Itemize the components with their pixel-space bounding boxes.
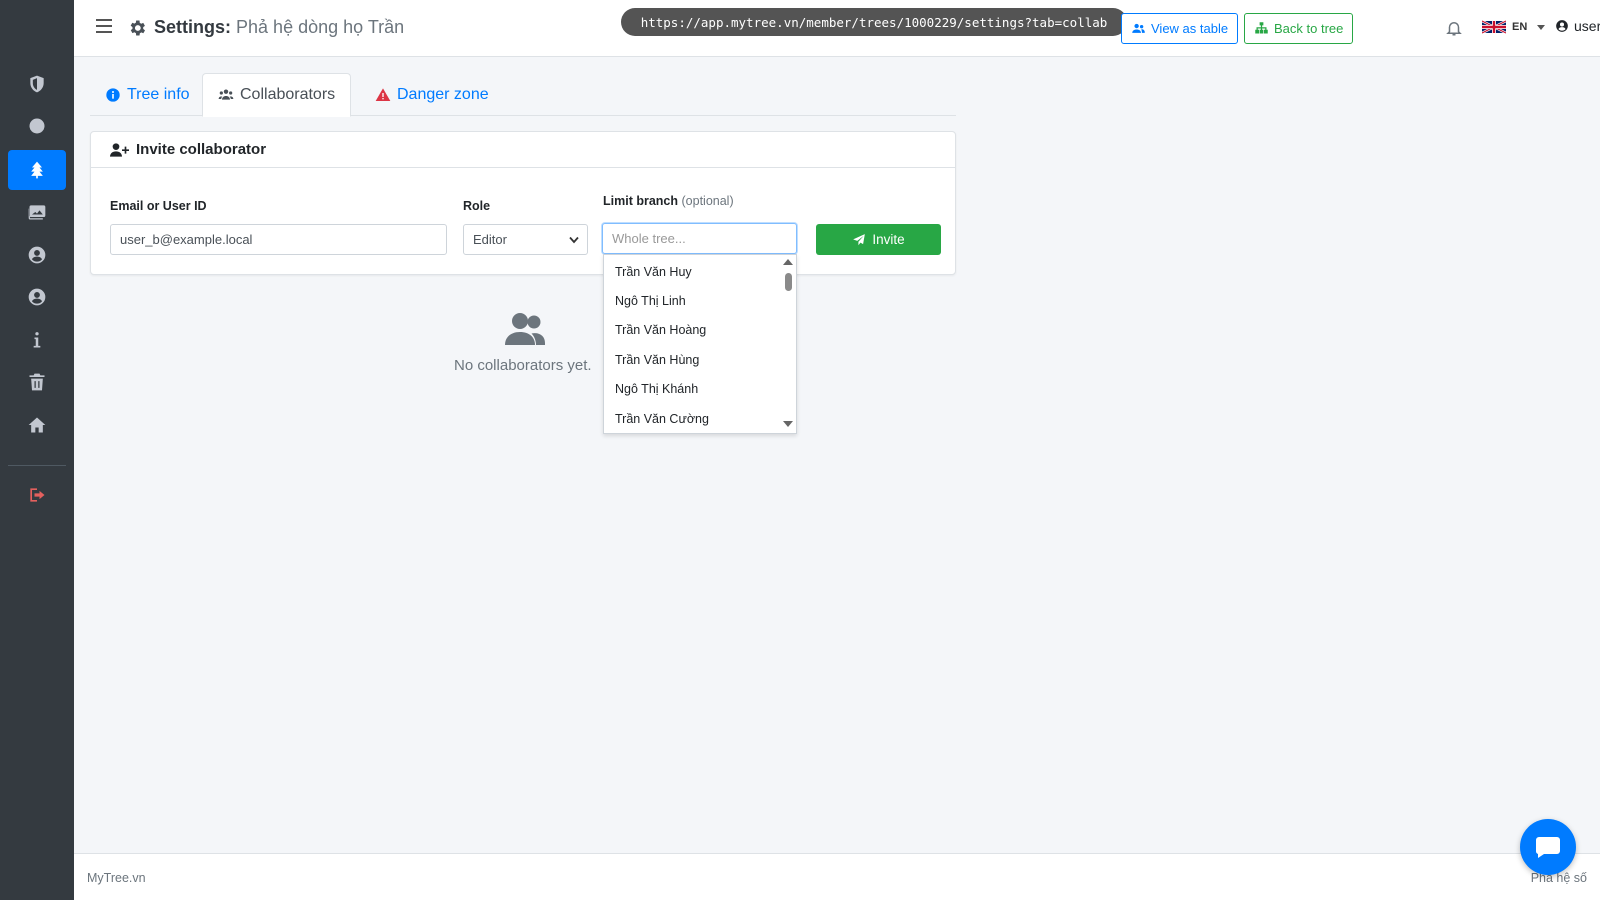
images-icon xyxy=(28,205,46,220)
trash-icon xyxy=(29,373,45,391)
tab-danger-zone[interactable]: Danger zone xyxy=(360,73,504,116)
hamburger-menu-icon[interactable] xyxy=(96,19,112,35)
tree-icon xyxy=(31,161,43,179)
branch-option[interactable]: Trần Văn Huy xyxy=(615,265,692,279)
tab-label: Collaborators xyxy=(240,86,336,103)
language-selector[interactable]: EN xyxy=(1482,18,1546,36)
chevron-down-icon xyxy=(569,236,579,244)
circle-icon xyxy=(29,118,45,134)
back-to-tree-button[interactable]: Back to tree xyxy=(1244,13,1354,44)
chat-button[interactable] xyxy=(1520,819,1576,875)
card-title: Invite collaborator xyxy=(136,141,267,158)
url-bar[interactable]: https://app.mytree.vn/member/trees/10002… xyxy=(621,8,1127,36)
user-circle-icon xyxy=(28,246,46,264)
scroll-down-arrow-icon[interactable] xyxy=(783,421,793,427)
branch-option[interactable]: Trần Văn Cường xyxy=(615,412,709,426)
users-icon xyxy=(218,89,234,100)
warning-icon xyxy=(375,87,391,101)
page-title-prefix: Settings: xyxy=(154,17,232,37)
sidebar-item-home[interactable] xyxy=(8,405,66,445)
invite-button-label: Invite xyxy=(872,232,905,247)
sidebar-item-shield[interactable] xyxy=(8,64,66,104)
empty-state-text: No collaborators yet. xyxy=(454,357,592,374)
sidebar-item-images[interactable] xyxy=(8,192,66,232)
tree-name: Phả hệ dòng họ Trần xyxy=(236,17,405,37)
email-label: Email or User ID xyxy=(110,199,207,213)
branch-search-input[interactable]: Whole tree... xyxy=(602,223,797,254)
logout-icon xyxy=(30,488,45,502)
branch-label: Limit branch (optional) xyxy=(603,194,734,208)
sidebar-item-circle[interactable] xyxy=(8,106,66,146)
user-circle-icon xyxy=(1556,20,1568,32)
sitemap-icon xyxy=(1255,22,1268,34)
chevron-down-icon xyxy=(1537,24,1546,30)
user-circle-icon xyxy=(28,288,46,306)
view-as-table-button[interactable]: View as table xyxy=(1121,13,1239,44)
sidebar-item-tree[interactable] xyxy=(8,150,66,190)
branch-optional-text: (optional) xyxy=(681,194,734,208)
users-icon xyxy=(1132,23,1145,33)
chat-bubble-icon xyxy=(1535,837,1560,858)
language-code: EN xyxy=(1512,21,1528,33)
role-select[interactable]: Editor xyxy=(463,224,588,255)
sidebar-item-profile[interactable] xyxy=(8,235,66,275)
tab-label: Danger zone xyxy=(397,85,489,103)
uk-flag-icon xyxy=(1482,19,1506,35)
page-title: Settings: Phả hệ dòng họ Trần xyxy=(154,17,404,38)
footer-brand: MyTree.vn xyxy=(87,871,146,885)
branch-dropdown: Trần Văn Huy Ngô Thị Linh Trần Văn Hoàng… xyxy=(603,254,797,434)
branch-option[interactable]: Ngô Thị Linh xyxy=(615,294,686,308)
gear-icon xyxy=(127,18,147,38)
view-as-table-label: View as table xyxy=(1151,21,1229,36)
sidebar xyxy=(0,0,74,900)
home-icon xyxy=(28,417,46,433)
top-navbar: Settings: Phả hệ dòng họ Trần https://ap… xyxy=(74,0,1600,57)
sidebar-item-trash[interactable] xyxy=(8,362,66,402)
role-value: Editor xyxy=(473,232,507,247)
user-menu[interactable]: user_a@exa... xyxy=(1555,18,1600,34)
card-header: Invite collaborator xyxy=(91,132,955,168)
email-field[interactable]: user_b@example.local xyxy=(110,224,447,255)
info-circle-icon xyxy=(106,87,120,102)
sidebar-item-logout[interactable] xyxy=(8,475,66,515)
sidebar-item-info[interactable] xyxy=(8,320,66,360)
footer: MyTree.vn Phả hệ số xyxy=(74,853,1600,900)
tab-label: Tree info xyxy=(127,85,190,103)
scrollbar-thumb[interactable] xyxy=(785,273,792,291)
branch-option[interactable]: Trần Văn Hùng xyxy=(615,353,699,367)
bell-icon[interactable] xyxy=(1445,19,1463,37)
branch-option[interactable]: Trần Văn Hoàng xyxy=(615,323,706,337)
user-name: user_a@exa... xyxy=(1574,18,1600,34)
sidebar-divider xyxy=(8,465,66,466)
dropdown-scrollbar[interactable] xyxy=(780,255,796,433)
shield-icon xyxy=(30,75,44,93)
paper-plane-icon xyxy=(853,233,866,245)
role-label: Role xyxy=(463,199,491,213)
invite-button[interactable]: Invite xyxy=(816,224,941,255)
tab-tree-info[interactable]: Tree info xyxy=(90,73,205,116)
branch-option[interactable]: Ngô Thị Khánh xyxy=(615,382,698,396)
sidebar-item-account[interactable] xyxy=(8,277,66,317)
tab-collaborators[interactable]: Collaborators xyxy=(202,73,352,117)
settings-tabs: Tree info Collaborators Danger zone xyxy=(90,73,956,117)
users-icon xyxy=(505,312,545,346)
scroll-up-arrow-icon[interactable] xyxy=(783,259,793,265)
branch-label-text: Limit branch xyxy=(603,194,679,208)
info-icon xyxy=(33,332,41,348)
back-to-tree-label: Back to tree xyxy=(1274,21,1344,36)
user-plus-icon xyxy=(110,142,129,157)
